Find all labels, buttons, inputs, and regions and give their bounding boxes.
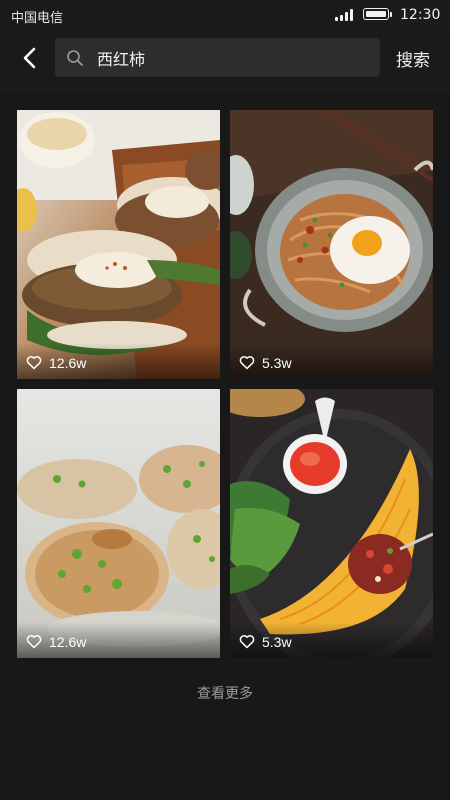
food-photo [17,110,220,379]
battery-icon [363,8,389,20]
like-count: 5.3w [262,355,292,371]
food-photo [230,110,433,379]
like-count: 12.6w [49,634,87,650]
load-more-link[interactable]: 查看更多 [0,683,450,703]
card-footer: 5.3w [230,622,433,658]
card-footer: 12.6w [17,343,220,379]
search-input[interactable] [97,38,367,77]
recipe-card[interactable]: 12.6w [17,389,220,658]
heart-outline-icon[interactable] [239,634,255,649]
heart-outline-icon[interactable] [26,355,42,370]
food-photo [17,389,220,658]
status-bar: 中国电信 12:30 [0,0,450,30]
recipe-card[interactable]: 12.6w [17,110,220,379]
food-photo [230,389,433,658]
card-footer: 5.3w [230,343,433,379]
like-count: 5.3w [262,634,292,650]
search-box[interactable] [55,38,380,77]
status-time: 12:30 [400,7,441,23]
search-button[interactable]: 搜索 [396,46,430,71]
back-button[interactable] [14,42,46,74]
signal-icon [335,9,357,21]
heart-outline-icon[interactable] [239,355,255,370]
card-footer: 12.6w [17,622,220,658]
carrier-name: 中国电信 [11,11,64,26]
search-icon [67,50,83,66]
heart-outline-icon[interactable] [26,634,42,649]
chevron-left-icon [23,47,36,69]
like-count: 12.6w [49,355,87,371]
recipe-card[interactable]: 5.3w [230,389,433,658]
battery-tip [390,12,392,17]
recipe-card[interactable]: 5.3w [230,110,433,379]
search-header: 搜索 [0,30,450,92]
